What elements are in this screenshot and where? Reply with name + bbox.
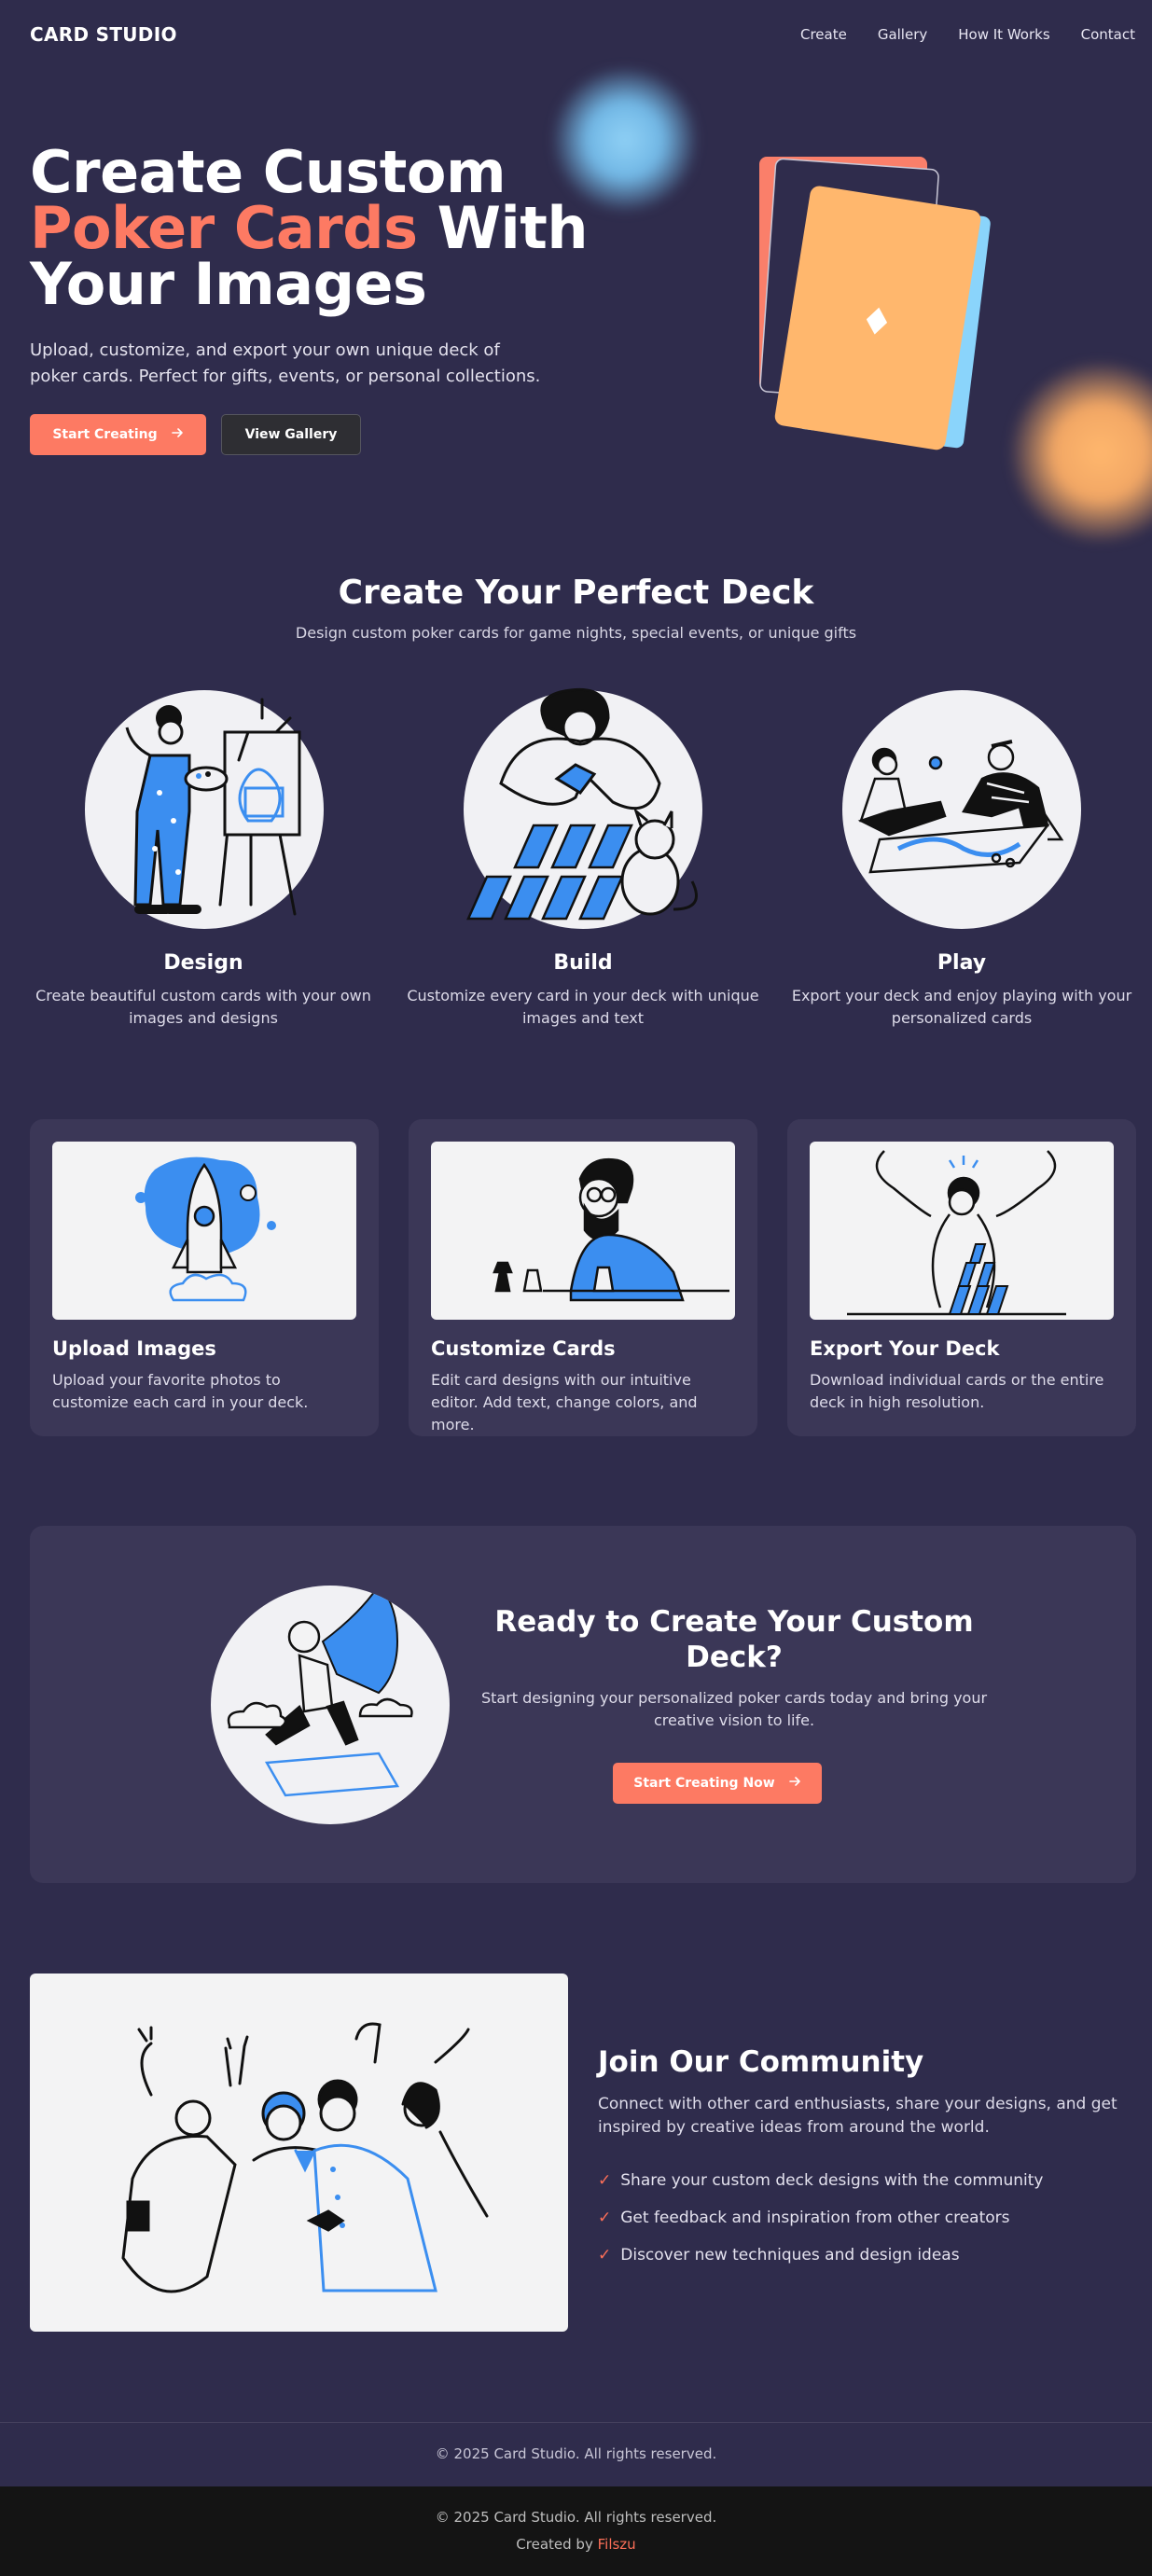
list-item-text: Share your custom deck designs with the … (620, 2171, 1044, 2190)
view-gallery-button[interactable]: View Gallery (221, 414, 361, 455)
feature-title-export: Export Your Deck (810, 1337, 1000, 1360)
feature-title-customize: Customize Cards (431, 1337, 616, 1360)
community-benefits-list: ✓ Share your custom deck designs with the… (598, 2162, 1044, 2274)
cta-text: Start designing your personalized poker … (480, 1689, 988, 1729)
superhero-illustration (211, 1586, 450, 1824)
feature-text-customize: Edit card designs with our intuitive edi… (431, 1371, 698, 1433)
start-creating-button[interactable]: Start Creating (30, 414, 206, 455)
nav-links: Create Gallery How It Works Contact (800, 26, 1135, 43)
feature-text-export: Download individual cards or the entire … (810, 1371, 1104, 1411)
list-item: ✓ Get feedback and inspiration from other… (598, 2199, 1044, 2237)
card-tower-illustration (810, 1142, 1114, 1320)
step-text-design: Create beautiful custom cards with your … (35, 987, 371, 1027)
list-item-text: Discover new techniques and design ideas (620, 2246, 960, 2264)
step-title-play: Play (937, 951, 987, 975)
community-illustration (30, 1974, 568, 2332)
build-illustration (464, 687, 702, 929)
rocket-illustration (52, 1142, 356, 1320)
nav-link-create[interactable]: Create (800, 26, 847, 43)
bottom-footer-copyright: © 2025 Card Studio. All rights reserved. (435, 2509, 717, 2526)
step-title-design: Design (163, 951, 243, 975)
site-logo[interactable]: CARD STUDIO (30, 23, 177, 46)
arrow-right-icon (171, 426, 184, 443)
hero-title-line3: Your Images (30, 250, 427, 318)
check-icon: ✓ (598, 2209, 612, 2227)
start-creating-now-label: Start Creating Now (633, 1776, 775, 1791)
footer-divider (0, 2422, 1152, 2423)
bottom-footer: © 2025 Card Studio. All rights reserved.… (0, 2486, 1152, 2576)
created-by: Created by Filszu (0, 2536, 1152, 2553)
feature-card-export: Export Your Deck Download individual car… (787, 1119, 1136, 1436)
nav-link-gallery[interactable]: Gallery (878, 26, 927, 43)
created-by-prefix: Created by (516, 2536, 598, 2553)
hero-subtitle: Upload, customize, and export your own u… (30, 340, 541, 386)
footer-copyright: © 2025 Card Studio. All rights reserved. (435, 2445, 717, 2462)
feature-title-upload: Upload Images (52, 1337, 216, 1360)
feature-text-upload: Upload your favorite photos to customize… (52, 1371, 309, 1411)
start-creating-now-button[interactable]: Start Creating Now (613, 1763, 822, 1804)
list-item: ✓ Share your custom deck designs with the… (598, 2162, 1044, 2199)
chess-illustration (431, 1142, 735, 1320)
decorative-orange-blob (1007, 359, 1152, 546)
check-icon: ✓ (598, 2171, 612, 2190)
community-text: Connect with other card enthusiasts, sha… (598, 2095, 1117, 2137)
start-creating-label: Start Creating (52, 427, 158, 442)
top-nav: CARD STUDIO Create Gallery How It Works … (0, 0, 1152, 71)
arrow-right-icon (788, 1775, 801, 1792)
play-illustration (842, 690, 1081, 929)
list-item: ✓ Discover new techniques and design idea… (598, 2237, 1044, 2274)
hero-title: Create Custom Poker Cards With Your Imag… (30, 144, 608, 313)
nav-link-how-it-works[interactable]: How It Works (958, 26, 1049, 43)
hero-card-stack: ♦ (737, 149, 1017, 466)
deck-section-title: Create Your Perfect Deck (338, 574, 814, 612)
cta-section: Ready to Create Your Custom Deck? Start … (30, 1526, 1136, 1883)
design-illustration (85, 690, 324, 929)
hero-title-line2-rest: With (417, 194, 589, 262)
cta-title: Ready to Create Your Custom Deck? (494, 1605, 974, 1674)
creator-link[interactable]: Filszu (598, 2536, 636, 2553)
check-icon: ✓ (598, 2246, 612, 2264)
feature-card-upload: Upload Images Upload your favorite photo… (30, 1119, 379, 1436)
deck-section-subtitle: Design custom poker cards for game night… (295, 624, 857, 642)
diamond-icon: ♦ (856, 298, 896, 346)
feature-card-customize: Customize Cards Edit card designs with o… (409, 1119, 757, 1436)
step-title-build: Build (553, 951, 613, 975)
nav-link-contact[interactable]: Contact (1081, 26, 1135, 43)
community-title: Join Our Community (598, 2045, 924, 2079)
step-text-build: Customize every card in your deck with u… (407, 987, 759, 1027)
step-text-play: Export your deck and enjoy playing with … (791, 987, 1132, 1027)
list-item-text: Get feedback and inspiration from other … (620, 2209, 1010, 2227)
